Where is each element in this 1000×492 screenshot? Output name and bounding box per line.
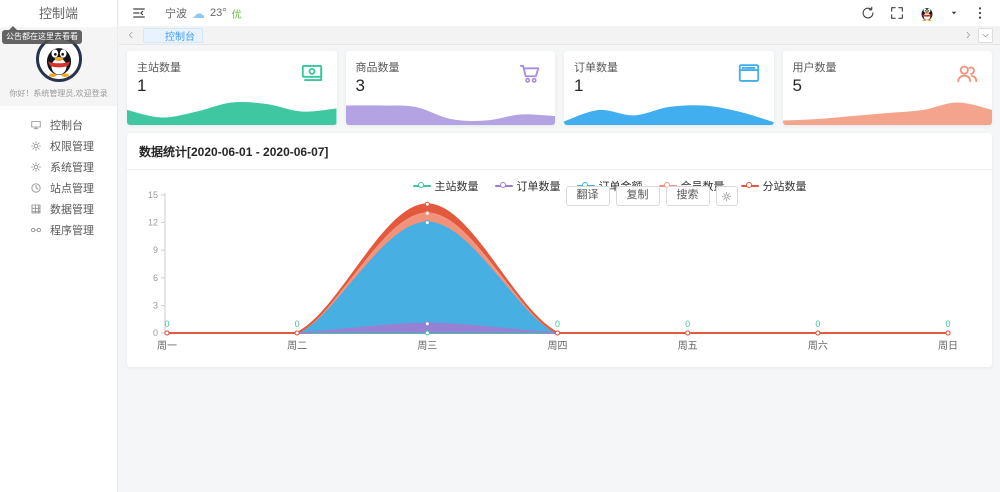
monitor-icon — [151, 30, 161, 40]
svg-text:9: 9 — [153, 245, 158, 255]
panel-title: 数据统计[2020-06-01 - 2020-06-07] — [127, 133, 992, 170]
tab-dashboard[interactable]: 控制台 — [143, 28, 203, 43]
greeting-text: 你好！系统管理员,欢迎登录 — [0, 88, 117, 99]
tabbar: 控制台 — [119, 26, 1000, 45]
content: 主站数量 1 商品数量 3 订单数量 1 用户数量 5 数据统计[2020-06… — [119, 45, 1000, 373]
svg-text:0: 0 — [685, 319, 690, 329]
sidebar-item-label: 数据管理 — [50, 201, 94, 217]
sidebar-item-5[interactable]: 程序管理 — [0, 219, 117, 240]
gear-icon — [721, 191, 732, 202]
cart-icon — [517, 60, 543, 86]
svg-text:周五: 周五 — [678, 340, 698, 352]
sidebar-item-3[interactable]: 站点管理 — [0, 177, 117, 198]
svg-text:周一: 周一 — [157, 340, 177, 352]
app-title: 控制端 — [0, 0, 117, 27]
tabs-scroll-right-icon[interactable] — [963, 30, 973, 40]
svg-text:6: 6 — [153, 273, 158, 283]
sidebar-item-label: 权限管理 — [50, 138, 94, 154]
toolbox-button-2[interactable]: 搜索 — [666, 186, 710, 206]
window-icon — [736, 60, 762, 86]
svg-text:0: 0 — [815, 319, 820, 329]
svg-text:周二: 周二 — [287, 340, 307, 352]
sidebar-item-label: 站点管理 — [50, 180, 94, 196]
stat-card-1: 商品数量 3 — [346, 51, 556, 125]
sidebar-item-2[interactable]: 系统管理 — [0, 156, 117, 177]
tabs-menu-button[interactable] — [978, 28, 993, 43]
announcement-tooltip: 公告都在这里去看看 — [2, 30, 82, 44]
qq-penguin-icon — [39, 39, 79, 79]
more-options-icon[interactable] — [972, 5, 988, 21]
gear-icon — [30, 161, 42, 173]
main-area: 宁波 ☁ 23° 优 控制台 — [119, 0, 1000, 492]
legend-marker — [495, 182, 513, 190]
users-icon — [954, 60, 980, 86]
weather-temp: 23° — [210, 7, 227, 19]
topbar-actions — [860, 4, 988, 22]
statistics-panel: 数据统计[2020-06-01 - 2020-06-07] 主站数量 订单数量 … — [127, 133, 992, 367]
weather-widget: 宁波 ☁ 23° 优 — [165, 5, 242, 21]
clock-icon — [30, 182, 42, 194]
qq-penguin-icon — [918, 4, 936, 22]
link-icon — [30, 224, 42, 236]
stat-cards-row: 主站数量 1 商品数量 3 订单数量 1 用户数量 5 — [127, 51, 992, 125]
stat-card-3: 用户数量 5 — [783, 51, 993, 125]
sidebar-menu: 控制台 权限管理 系统管理 站点管理 数据管理 程序管理 — [0, 106, 117, 240]
toolbox-button-1[interactable]: 复制 — [616, 186, 660, 206]
stat-card-sparkline — [346, 95, 556, 125]
legend-marker — [413, 182, 431, 190]
svg-text:0: 0 — [295, 319, 300, 329]
user-panel: 公告都在这里去看看 你好！系统管理员,欢迎登录 — [0, 27, 117, 106]
legend-marker — [741, 182, 759, 190]
refresh-icon[interactable] — [860, 5, 876, 21]
fullscreen-icon[interactable] — [889, 5, 905, 21]
svg-text:15: 15 — [148, 191, 158, 200]
svg-text:0: 0 — [153, 328, 158, 338]
svg-text:周四: 周四 — [548, 340, 568, 352]
toolbox-settings-button[interactable] — [716, 186, 738, 206]
gear-icon — [30, 140, 42, 152]
monitor-icon — [30, 119, 42, 131]
stat-card-sparkline — [783, 95, 993, 125]
area-chart: 03691215周一周二周三周四周五周六周日000000 — [127, 191, 992, 365]
menu-fold-icon[interactable] — [131, 5, 147, 21]
svg-text:周三: 周三 — [417, 340, 437, 352]
weather-city: 宁波 — [165, 5, 187, 21]
svg-text:0: 0 — [946, 319, 951, 329]
sidebar-item-label: 控制台 — [50, 117, 83, 133]
svg-text:周六: 周六 — [808, 340, 828, 352]
toolbox-button-0[interactable]: 翻译 — [566, 186, 610, 206]
stat-card-sparkline — [564, 95, 774, 125]
sidebar-item-label: 程序管理 — [50, 222, 94, 238]
svg-text:0: 0 — [164, 319, 169, 329]
money-icon — [299, 60, 325, 86]
sidebar-item-0[interactable]: 控制台 — [0, 114, 117, 135]
user-dropdown-caret-icon[interactable] — [949, 8, 959, 18]
svg-text:12: 12 — [148, 218, 158, 228]
tabbar-controls — [963, 28, 993, 43]
stat-card-sparkline — [127, 95, 337, 125]
topbar-avatar[interactable] — [918, 4, 936, 22]
sidebar-item-4[interactable]: 数据管理 — [0, 198, 117, 219]
svg-text:0: 0 — [555, 319, 560, 329]
sidebar-item-label: 系统管理 — [50, 159, 94, 175]
svg-text:3: 3 — [153, 300, 158, 310]
air-quality: 优 — [232, 6, 242, 21]
chart-toolbox: 翻译复制搜索 — [560, 186, 738, 206]
chevron-down-icon — [981, 31, 990, 40]
tabs-scroll-left-icon[interactable] — [126, 30, 136, 40]
sidebar: 控制端 公告都在这里去看看 你好！系统管理员,欢迎登录 控制台 权限管理 系统管… — [0, 0, 118, 492]
sidebar-item-1[interactable]: 权限管理 — [0, 135, 117, 156]
cloud-icon: ☁ — [192, 7, 205, 20]
stat-card-0: 主站数量 1 — [127, 51, 337, 125]
grid-icon — [30, 203, 42, 215]
topbar: 宁波 ☁ 23° 优 — [119, 0, 1000, 26]
tab-label: 控制台 — [165, 28, 195, 43]
svg-text:周日: 周日 — [938, 340, 958, 352]
stat-card-2: 订单数量 1 — [564, 51, 774, 125]
